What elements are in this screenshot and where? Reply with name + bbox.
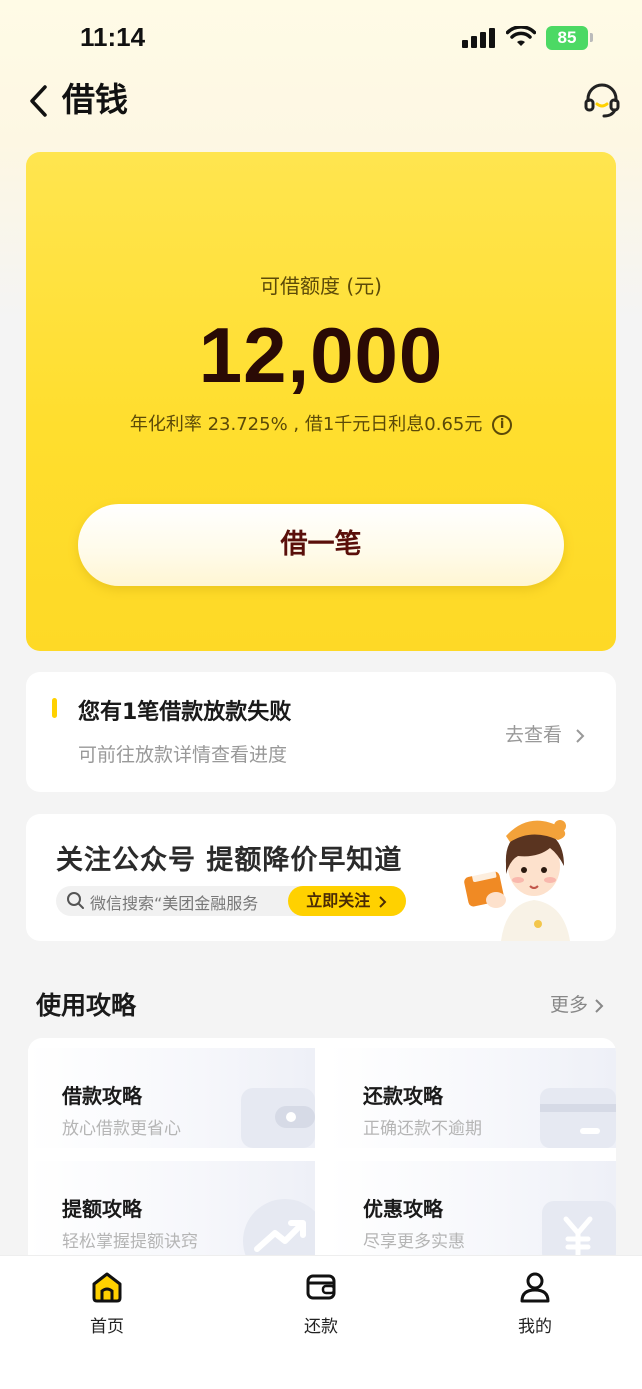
banner-search-text: 微信搜索“美团金融服务 — [90, 894, 259, 913]
guide-card-limit[interactable]: 提额攻略 轻松掌握提额诀窍 — [28, 1161, 315, 1261]
chevron-right-icon — [595, 998, 604, 1013]
rate-text: 年化利率 23.725% , 借1千元日利息0.65元 — [129, 414, 483, 435]
guides-grid: 借款攻略 放心借款更省心 还款攻略 正确还款不逾期 提额攻略 轻松掌握提额诀窍 … — [28, 1038, 616, 1268]
tab-label: 首页 — [90, 1317, 124, 1337]
follow-button[interactable]: 立即关注 — [288, 886, 406, 916]
trend-up-icon — [243, 1199, 315, 1261]
tab-mine[interactable]: 我的 — [485, 1270, 585, 1337]
wifi-icon — [506, 26, 536, 46]
user-icon — [520, 1272, 550, 1303]
search-icon — [67, 892, 84, 909]
card-icon — [540, 1088, 616, 1148]
banner-title: 关注公众号 提额降价早知道 — [56, 845, 403, 876]
customer-service-icon[interactable] — [582, 80, 622, 120]
guides-more-label: 更多 — [549, 994, 588, 1016]
tab-label: 我的 — [518, 1317, 552, 1337]
chevron-right-icon — [576, 728, 585, 743]
notice-title: 您有1笔借款放款失败 — [78, 700, 292, 725]
notice-view-link[interactable]: 去查看 — [505, 720, 586, 747]
borrow-button[interactable]: 借一笔 — [78, 504, 564, 586]
guide-subtitle: 尽享更多实惠 — [363, 1232, 465, 1252]
back-icon[interactable] — [26, 82, 52, 120]
chevron-right-icon — [379, 895, 387, 908]
notice-accent-bar — [52, 698, 57, 718]
guide-title: 提额攻略 — [62, 1197, 142, 1221]
loan-failure-notice[interactable]: 您有1笔借款放款失败 可前往放款详情查看进度 去查看 — [26, 672, 616, 792]
section-title-guides: 使用攻略 — [36, 991, 137, 1020]
guide-title: 借款攻略 — [62, 1084, 142, 1108]
notice-link-label: 去查看 — [504, 724, 562, 746]
tab-home[interactable]: 首页 — [57, 1270, 157, 1337]
signal-icon — [462, 28, 496, 48]
credit-amount: 12,000 — [198, 311, 444, 399]
guide-title: 还款攻略 — [363, 1084, 443, 1108]
guide-subtitle: 轻松掌握提额诀窍 — [62, 1232, 198, 1252]
tab-label: 还款 — [304, 1317, 338, 1337]
home-icon — [92, 1272, 122, 1303]
follow-button-label: 立即关注 — [306, 891, 371, 910]
guide-card-borrow[interactable]: 借款攻略 放心借款更省心 — [28, 1048, 315, 1148]
nav-bar: 借钱 — [0, 78, 642, 126]
credit-card: 可借额度 (元) 12,000 年化利率 23.725% , 借1千元日利息0.… — [26, 152, 616, 651]
guide-subtitle: 放心借款更省心 — [62, 1119, 181, 1139]
guide-card-repay[interactable]: 还款攻略 正确还款不逾期 — [329, 1048, 616, 1148]
guides-more-link[interactable]: 更多 — [550, 990, 604, 1017]
wallet-icon — [306, 1274, 336, 1300]
battery-tip — [590, 33, 593, 42]
status-bar: 11:14 85 — [0, 0, 642, 78]
battery-level: 85 — [557, 28, 577, 47]
guide-card-discount[interactable]: 优惠攻略 尽享更多实惠 — [329, 1161, 616, 1261]
notice-subtitle: 可前往放款详情查看进度 — [78, 744, 288, 766]
wallet-icon — [241, 1088, 315, 1148]
status-time: 11:14 — [80, 22, 146, 52]
credit-label: 可借额度 (元) — [260, 274, 382, 298]
page-title: 借钱 — [62, 80, 128, 119]
bottom-tab-bar: 首页 还款 我的 — [0, 1255, 642, 1389]
mascot-girl-illustration — [464, 820, 570, 941]
rate-row: 年化利率 23.725% , 借1千元日利息0.65元 i — [26, 410, 616, 436]
tab-repay[interactable]: 还款 — [271, 1270, 371, 1337]
guide-subtitle: 正确还款不逾期 — [363, 1119, 482, 1139]
follow-account-banner[interactable]: 关注公众号 提额降价早知道 微信搜索“美团金融服务 立即关注 — [26, 814, 616, 941]
battery-icon: 85 — [546, 26, 588, 50]
guide-title: 优惠攻略 — [363, 1197, 443, 1221]
info-icon[interactable]: i — [492, 415, 513, 435]
yuan-icon — [542, 1201, 616, 1261]
